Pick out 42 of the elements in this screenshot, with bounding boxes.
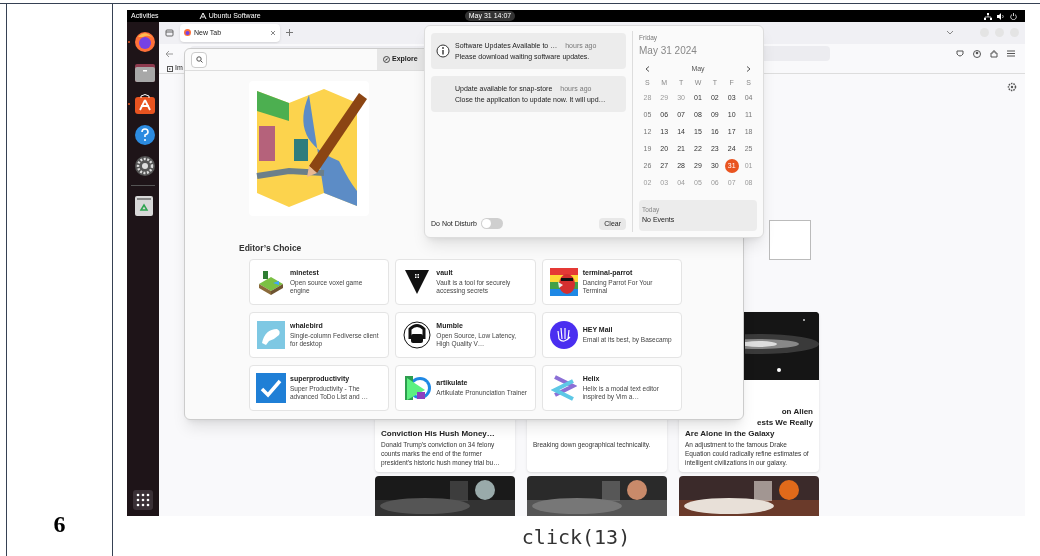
letter-icon [198,12,207,20]
speaker-icon[interactable] [997,12,1005,20]
hand-icon [549,320,578,349]
checkmark-icon [256,372,286,403]
previous-month-icon[interactable] [645,66,650,72]
headline-line: on Alien [781,406,813,417]
headset-icon [403,320,432,349]
app-grid-icon[interactable] [133,490,153,510]
triangle-icon [403,267,432,296]
shield-icon[interactable] [956,49,964,58]
headline-line: ests We Really [757,417,813,428]
network-icon[interactable] [984,12,992,20]
row-number: 6 [53,510,66,539]
settings-icon[interactable] [134,155,156,177]
browser-icon[interactable] [134,31,156,53]
info-icon [436,44,450,58]
tab-list-icon[interactable] [165,28,174,38]
browser-icon [184,29,191,37]
settings-icon[interactable] [1007,82,1017,92]
dnd-switch[interactable] [480,218,503,230]
help-icon[interactable] [134,124,156,146]
blank-tile [769,220,811,260]
new-tab-icon[interactable] [286,29,293,37]
chevron-down-icon[interactable] [946,30,954,36]
account-icon[interactable] [973,49,981,58]
shopping-bag-icon[interactable] [134,93,156,115]
action-caption: click(13) [521,524,631,551]
folder-icon[interactable] [134,62,156,84]
compass-icon [383,56,390,63]
search-icon [195,56,203,63]
helix-icon [550,373,577,402]
trash-icon[interactable] [134,195,154,217]
close-icon[interactable] [270,29,276,36]
date-label: May 31 2024 [639,43,698,58]
import-icon [167,65,173,72]
menu-icon[interactable] [1007,50,1015,58]
power-icon[interactable] [1010,12,1017,20]
headline-line: Are Alone in the Galaxy [685,428,775,439]
next-month-icon[interactable] [746,66,751,72]
headline-line: Conviction His Hush Money… [381,428,495,439]
back-arrow-icon[interactable] [165,49,174,58]
section-heading: Editor’s Choice [239,243,302,253]
